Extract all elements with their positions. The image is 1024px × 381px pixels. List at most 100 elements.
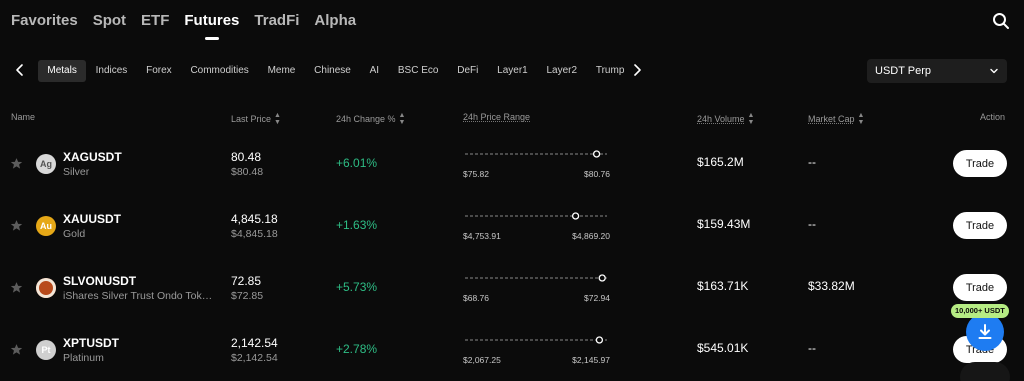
tab-favorites[interactable]: Favorites <box>11 10 78 32</box>
range-high: $4,869.20 <box>572 231 610 241</box>
category-layer1[interactable]: Layer1 <box>488 60 537 82</box>
symbol[interactable]: XAUUSDT <box>63 212 121 226</box>
asset-name: Silver <box>63 166 90 178</box>
download-app-button[interactable] <box>966 313 1004 351</box>
last-price-usd: $4,845.18 <box>231 228 278 240</box>
range-low: $2,067.25 <box>463 355 501 365</box>
contract-type-value: USDT Perp <box>875 65 932 77</box>
column-header-action: Action <box>980 112 1006 122</box>
chevron-right-icon[interactable] <box>629 62 645 78</box>
price-range-bar <box>465 150 607 158</box>
table-row[interactable]: SLVONUSDT iShares Silver Trust Ondo Toke… <box>0 254 1024 316</box>
market-cap: -- <box>808 341 816 355</box>
change-percent: +5.73% <box>336 280 378 294</box>
volume: $163.71K <box>697 279 749 293</box>
trade-button[interactable]: Trade <box>953 274 1007 301</box>
range-high: $72.94 <box>584 293 610 303</box>
chevron-left-icon[interactable] <box>12 62 28 78</box>
last-price-usd: $72.85 <box>231 290 264 302</box>
category-trump[interactable]: Trump <box>586 60 630 82</box>
tab-tradfi[interactable]: TradFi <box>254 10 299 32</box>
market-cap: $33.82M <box>808 279 855 293</box>
range-low: $68.76 <box>463 293 489 303</box>
asset-name: Platinum <box>63 352 104 364</box>
category-meme[interactable]: Meme <box>258 60 305 82</box>
last-price-usd: $80.48 <box>231 166 264 178</box>
column-header-change[interactable]: 24h Change % ▲ ▼ <box>336 112 405 126</box>
column-header-volume[interactable]: 24h Volume ▲ ▼ <box>697 112 754 126</box>
category-commodities[interactable]: Commodities <box>181 60 258 82</box>
range-low: $4,753.91 <box>463 231 501 241</box>
last-price-usd: $2,142.54 <box>231 352 278 364</box>
column-header-last-price[interactable]: Last Price ▲ ▼ <box>231 112 281 126</box>
table-row[interactable]: Pt XPTUSDT Platinum 2,142.54 $2,142.54 +… <box>0 316 1024 378</box>
change-percent: +6.01% <box>336 156 378 170</box>
table-row[interactable]: Au XAUUSDT Gold 4,845.18 $4,845.18 +1.63… <box>0 192 1024 254</box>
contract-type-select[interactable]: USDT Perp <box>867 59 1007 83</box>
category-filter: Metals Indices Forex Commodities Meme Ch… <box>38 60 630 82</box>
range-marker <box>598 274 606 282</box>
last-price: 72.85 <box>231 274 262 288</box>
last-price: 80.48 <box>231 150 262 164</box>
range-high: $2,145.97 <box>572 355 610 365</box>
search-icon[interactable] <box>992 12 1010 30</box>
volume: $165.2M <box>697 155 744 169</box>
symbol[interactable]: XAGUSDT <box>63 150 122 164</box>
column-header-price-range: 24h Price Range <box>463 112 531 122</box>
last-price: 2,142.54 <box>231 336 278 350</box>
trade-button[interactable]: Trade <box>953 212 1007 239</box>
trade-button[interactable]: Trade <box>953 150 1007 177</box>
price-range-bar <box>465 212 607 220</box>
symbol[interactable]: XPTUSDT <box>63 336 119 350</box>
sort-icon: ▲ ▼ <box>398 112 406 126</box>
range-high: $80.76 <box>584 169 610 179</box>
chevron-down-icon <box>990 68 998 74</box>
price-range-bar <box>465 274 607 282</box>
sort-icon: ▲ ▼ <box>274 112 281 126</box>
coin-avatar: Ag <box>36 154 56 174</box>
market-cap: -- <box>808 155 816 169</box>
download-icon <box>978 324 992 339</box>
category-metals[interactable]: Metals <box>38 60 87 82</box>
tab-futures[interactable]: Futures <box>184 10 239 40</box>
category-layer2[interactable]: Layer2 <box>537 60 586 82</box>
column-header-name: Name <box>11 112 36 122</box>
star-icon[interactable] <box>10 281 23 294</box>
market-tabs: Favorites Spot ETF Futures TradFi Alpha <box>11 10 371 40</box>
last-price: 4,845.18 <box>231 212 278 226</box>
volume: $545.01K <box>697 341 749 355</box>
range-low: $75.82 <box>463 169 489 179</box>
asset-name: Gold <box>63 228 86 240</box>
sort-icon: ▲ ▼ <box>747 112 755 126</box>
change-percent: +2.78% <box>336 342 378 356</box>
coin-avatar: Pt <box>36 340 56 360</box>
category-indices[interactable]: Indices <box>86 60 136 82</box>
sort-icon: ▲ ▼ <box>857 112 865 126</box>
table-row[interactable]: Ag XAGUSDT Silver 80.48 $80.48 +6.01% $7… <box>0 130 1024 192</box>
category-chinese[interactable]: Chinese <box>305 60 360 82</box>
range-marker <box>571 212 580 220</box>
column-header-market-cap[interactable]: Market Cap ▲ ▼ <box>808 112 864 126</box>
star-icon[interactable] <box>10 343 23 356</box>
coin-avatar: Au <box>36 216 56 236</box>
tab-etf[interactable]: ETF <box>141 10 169 32</box>
category-defi[interactable]: DeFi <box>448 60 488 82</box>
category-forex[interactable]: Forex <box>137 60 181 82</box>
scroll-top-button[interactable] <box>960 362 1010 381</box>
change-percent: +1.63% <box>336 218 378 232</box>
category-ai[interactable]: AI <box>360 60 388 82</box>
coin-avatar <box>36 278 56 298</box>
tab-spot[interactable]: Spot <box>93 10 126 32</box>
promo-badge[interactable]: 10,000+ USDT <box>951 304 1009 318</box>
tab-alpha[interactable]: Alpha <box>314 10 356 32</box>
symbol[interactable]: SLVONUSDT <box>63 274 136 288</box>
range-marker <box>595 336 604 344</box>
star-icon[interactable] <box>10 219 23 232</box>
market-cap: -- <box>808 217 816 231</box>
range-marker <box>592 150 601 158</box>
star-icon[interactable] <box>10 157 23 170</box>
category-bsc-eco[interactable]: BSC Eco <box>388 60 447 82</box>
asset-name: iShares Silver Trust Ondo Tokenized <box>63 290 213 302</box>
price-range-bar <box>465 336 607 344</box>
volume: $159.43M <box>697 217 751 231</box>
